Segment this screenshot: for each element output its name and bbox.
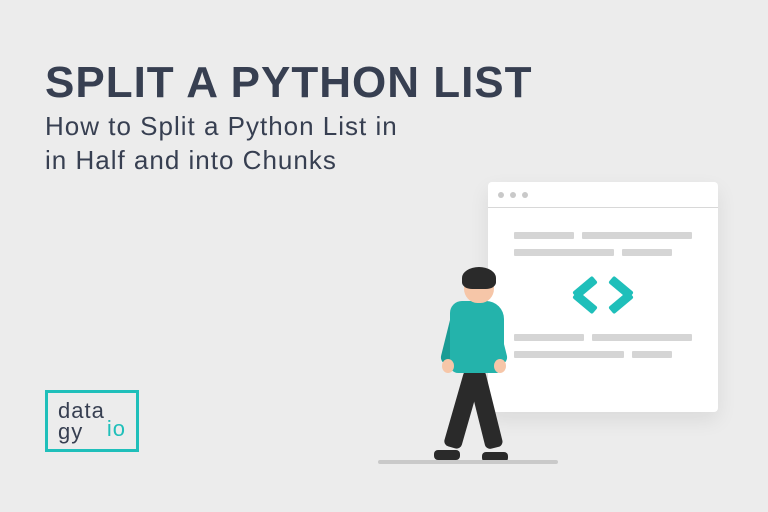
window-dot-icon	[522, 192, 528, 198]
page-subtitle: How to Split a Python List in in Half an…	[45, 110, 398, 178]
ground-line	[378, 460, 558, 464]
hero-illustration	[358, 182, 718, 462]
browser-title-bar	[488, 182, 718, 208]
window-dot-icon	[510, 192, 516, 198]
brand-logo: data gy io	[45, 390, 139, 452]
person-walking-graphic	[426, 267, 516, 462]
window-dot-icon	[498, 192, 504, 198]
logo-text-main: data gy	[58, 401, 105, 443]
page-title: SPLIT A PYTHON LIST	[45, 58, 533, 108]
browser-content	[488, 208, 718, 392]
browser-window-graphic	[488, 182, 718, 412]
logo-text-suffix: io	[107, 416, 126, 442]
code-brackets-icon	[514, 274, 692, 316]
